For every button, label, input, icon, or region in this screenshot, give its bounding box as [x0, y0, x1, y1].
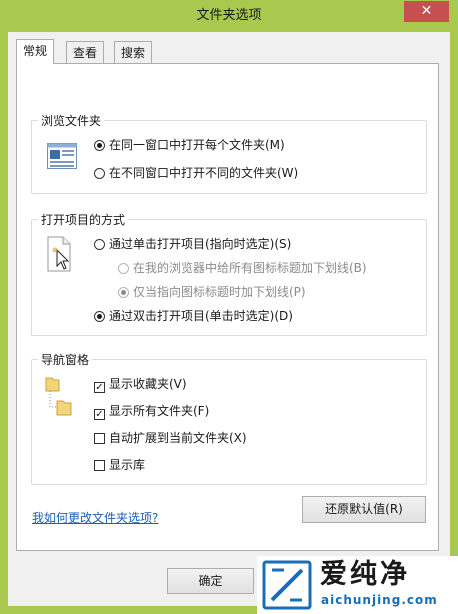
double-click-label: 通过双击打开项目(单击时选定)(D) — [109, 309, 293, 323]
show-libraries-label: 显示库 — [109, 458, 146, 472]
underline-point-radio[interactable] — [118, 287, 129, 298]
click-items-title: 打开项目的方式 — [38, 211, 129, 228]
open-new-window-label: 在不同窗口中打开不同的文件夹(W) — [109, 166, 299, 180]
single-click-option[interactable]: 通过单击打开项目(指向时选定)(S) — [94, 235, 291, 253]
underline-point-label: 仅当指向图标标题时加下划线(P) — [133, 285, 306, 299]
document-pointer-icon — [46, 236, 74, 275]
underline-all-radio[interactable] — [118, 263, 129, 274]
watermark-brand: 爱纯净 — [320, 559, 410, 590]
window-title: 文件夹选项 — [196, 8, 262, 23]
show-all-folders-option[interactable]: ✓ 显示所有文件夹(F) — [94, 402, 209, 420]
open-new-window-option[interactable]: 在不同窗口中打开不同的文件夹(W) — [94, 164, 298, 182]
auto-expand-checkbox[interactable] — [94, 433, 105, 444]
show-all-folders-checkbox[interactable]: ✓ — [94, 409, 105, 420]
underline-all-label: 在我的浏览器中给所有图标标题加下划线(B) — [133, 261, 367, 275]
show-libraries-checkbox[interactable] — [94, 460, 105, 471]
watermark-logo-icon — [262, 560, 312, 613]
general-tab-panel: 浏览文件夹 在同一窗口中打开每个文件夹(M) 在不同窗口中打开不同的文件夹(W)… — [16, 63, 439, 551]
help-link[interactable]: 我如何更改文件夹选项? — [32, 509, 158, 526]
window-preview-icon — [47, 143, 77, 172]
restore-defaults-button[interactable]: 还原默认值(R) — [302, 496, 426, 523]
show-favorites-option[interactable]: ✓ 显示收藏夹(V) — [94, 375, 187, 393]
close-button[interactable]: ✕ — [404, 1, 449, 22]
double-click-radio[interactable] — [94, 311, 105, 322]
open-same-window-radio[interactable] — [94, 140, 105, 151]
tab-search[interactable]: 搜索 — [114, 41, 153, 63]
open-same-window-option[interactable]: 在同一窗口中打开每个文件夹(M) — [94, 136, 285, 154]
browse-folders-title: 浏览文件夹 — [38, 112, 105, 129]
watermark-url: aichunjing.com — [321, 593, 438, 607]
single-click-label: 通过单击打开项目(指向时选定)(S) — [109, 237, 292, 251]
browse-folders-group: 浏览文件夹 在同一窗口中打开每个文件夹(M) 在不同窗口中打开不同的文件夹(W) — [31, 112, 427, 194]
show-favorites-checkbox[interactable]: ✓ — [94, 382, 105, 393]
ok-button[interactable]: 确定 — [167, 568, 254, 594]
single-click-radio[interactable] — [94, 239, 105, 250]
auto-expand-label: 自动扩展到当前文件夹(X) — [109, 431, 247, 445]
auto-expand-option[interactable]: 自动扩展到当前文件夹(X) — [94, 429, 247, 447]
underline-point-option[interactable]: 仅当指向图标标题时加下划线(P) — [118, 283, 306, 301]
tab-general[interactable]: 常规 — [16, 39, 55, 64]
folder-options-window: 文件夹选项 ✕ 常规 查看 搜索 浏览文件夹 在同一窗口中打开每个文件夹(M) … — [0, 0, 458, 614]
double-click-option[interactable]: 通过双击打开项目(单击时选定)(D) — [94, 307, 293, 325]
underline-all-option[interactable]: 在我的浏览器中给所有图标标题加下划线(B) — [118, 259, 367, 277]
show-libraries-option[interactable]: 显示库 — [94, 456, 145, 474]
open-same-window-label: 在同一窗口中打开每个文件夹(M) — [109, 138, 285, 152]
dialog-client-area: 常规 查看 搜索 浏览文件夹 在同一窗口中打开每个文件夹(M) 在不同窗口中打开… — [8, 32, 450, 606]
click-items-group: 打开项目的方式 通过单击打开项目(指向时选定)(S) 在我的浏览器中给所有图标标… — [31, 211, 427, 336]
tab-view[interactable]: 查看 — [66, 41, 105, 63]
open-new-window-radio[interactable] — [94, 168, 105, 179]
show-favorites-label: 显示收藏夹(V) — [109, 377, 187, 391]
navigation-pane-group: 导航窗格 ✓ 显示收藏夹(V) ✓ 显示所有文件夹(F) 自动扩展到当前文件夹(X) — [31, 351, 427, 485]
show-all-folders-label: 显示所有文件夹(F) — [109, 404, 210, 418]
watermark: 爱纯净 aichunjing.com — [257, 556, 458, 614]
folder-tree-icon — [44, 374, 74, 423]
navigation-pane-title: 导航窗格 — [38, 351, 93, 368]
